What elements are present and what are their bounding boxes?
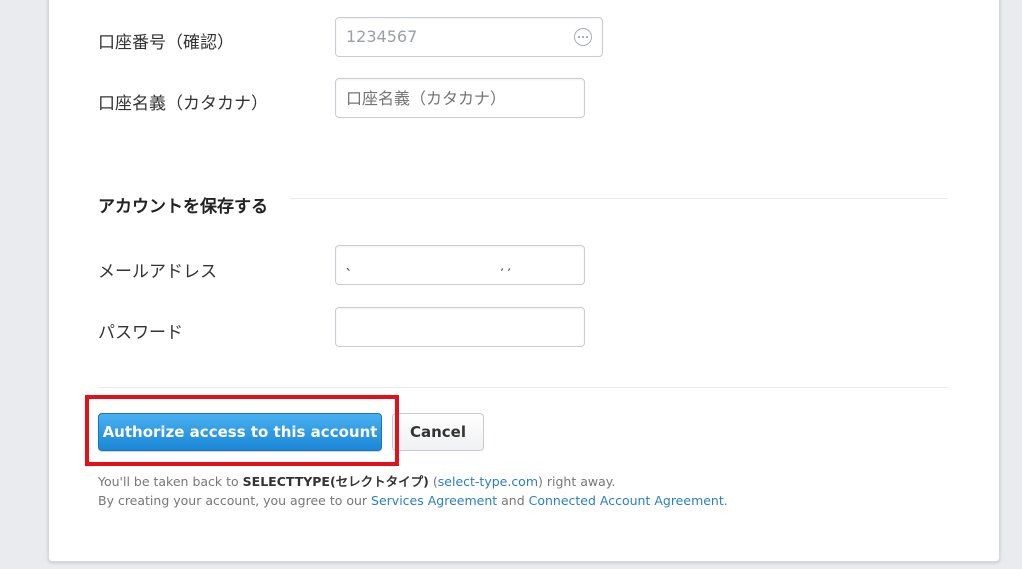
save-account-section-title: アカウントを保存する: [98, 197, 268, 217]
more-dots-icon[interactable]: [574, 28, 592, 46]
account-holder-input[interactable]: [335, 78, 585, 118]
connected-account-agreement-link[interactable]: Connected Account Agreement: [529, 493, 724, 508]
password-label: パスワード: [98, 323, 183, 343]
cancel-button[interactable]: Cancel: [392, 413, 484, 451]
account-number-confirm-value: 1234567: [346, 27, 418, 46]
agreement-note-mid: and: [497, 493, 529, 508]
account-number-confirm-field[interactable]: 1234567: [335, 17, 603, 57]
brand-name: SELECTTYPE(セレクトタイプ): [242, 474, 429, 489]
email-label: メールアドレス: [98, 262, 217, 282]
account-number-confirm-label: 口座番号（確認）: [98, 33, 234, 53]
email-value: 、 , ,: [346, 260, 511, 273]
redirect-note-open: (: [428, 474, 438, 489]
highlight-box: [85, 395, 399, 466]
select-type-link[interactable]: select-type.com: [438, 474, 538, 489]
redirect-note: You'll be taken back to SELECTTYPE(セレクトタ…: [98, 471, 615, 490]
account-holder-label: 口座名義（カタカナ）: [98, 94, 268, 114]
actions-divider: [98, 387, 948, 388]
section-divider: [290, 198, 948, 199]
services-agreement-link[interactable]: Services Agreement: [371, 493, 497, 508]
email-field[interactable]: 、 , ,: [335, 245, 585, 285]
agreement-note-prefix: By creating your account, you agree to o…: [98, 493, 372, 508]
redirect-note-close: ) right away.: [538, 474, 616, 489]
redirect-note-prefix: You'll be taken back to: [98, 474, 243, 489]
agreement-note: By creating your account, you agree to o…: [98, 493, 728, 508]
password-field[interactable]: [335, 307, 585, 347]
agreement-note-end: .: [723, 493, 728, 508]
